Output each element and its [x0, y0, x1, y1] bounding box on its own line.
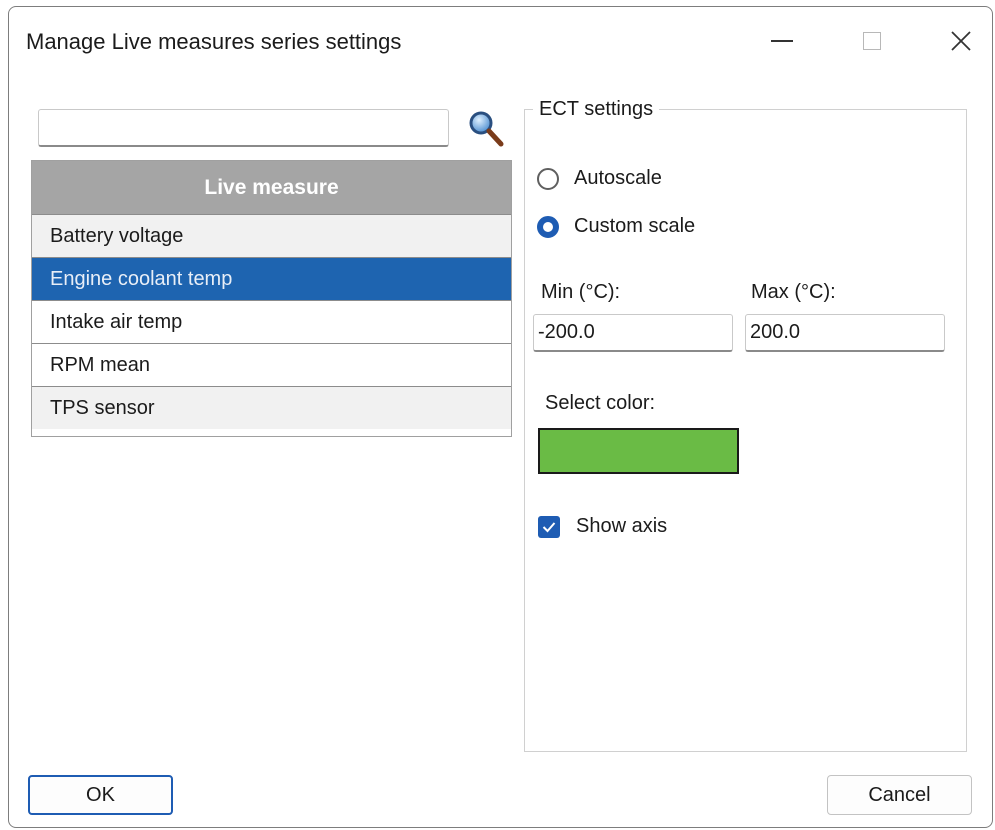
- group-title: ECT settings: [533, 98, 660, 121]
- max-label: Max (°C):: [751, 281, 836, 303]
- maximize-button[interactable]: [847, 21, 897, 61]
- list-header: Live measure: [32, 161, 511, 214]
- maximize-icon: [863, 32, 881, 50]
- show-axis-checkbox[interactable]: Show axis: [538, 515, 667, 538]
- minimize-icon: [771, 40, 793, 42]
- select-color-label: Select color:: [545, 392, 656, 414]
- list-item[interactable]: Intake air temp: [32, 300, 511, 343]
- live-measure-list: Live measure Battery voltage Engine cool…: [31, 160, 512, 437]
- close-button[interactable]: [936, 21, 986, 61]
- custom-scale-radio[interactable]: Custom scale: [537, 215, 695, 238]
- ok-button[interactable]: OK: [28, 775, 173, 815]
- list-item[interactable]: Battery voltage: [32, 214, 511, 257]
- max-field[interactable]: 200.0: [745, 314, 945, 352]
- search-button[interactable]: [466, 108, 506, 150]
- min-field[interactable]: -200.0: [533, 314, 733, 352]
- custom-scale-label: Custom scale: [574, 215, 696, 237]
- list-item-label: Engine coolant temp: [50, 267, 233, 290]
- min-value: -200.0: [538, 321, 595, 343]
- list-item-label: Battery voltage: [50, 224, 184, 247]
- ok-button-label: OK: [86, 783, 115, 806]
- list-item[interactable]: TPS sensor: [32, 386, 511, 429]
- search-input[interactable]: [38, 109, 449, 147]
- cancel-button-label: Cancel: [868, 783, 931, 806]
- close-icon: [951, 31, 971, 51]
- title-bar: Manage Live measures series settings: [9, 7, 992, 75]
- max-value: 200.0: [750, 321, 801, 343]
- min-label: Min (°C):: [541, 281, 621, 303]
- list-item-selected[interactable]: Engine coolant temp: [32, 257, 511, 300]
- list-item-label: TPS sensor: [50, 396, 155, 419]
- checkbox-checked: [538, 515, 560, 538]
- autoscale-radio[interactable]: Autoscale: [537, 167, 662, 190]
- radio-unchecked-icon: [537, 167, 559, 190]
- minimize-button[interactable]: [757, 21, 807, 61]
- show-axis-label: Show axis: [576, 515, 668, 537]
- cancel-button[interactable]: Cancel: [827, 775, 972, 815]
- autoscale-label: Autoscale: [574, 167, 662, 189]
- list-item-label: Intake air temp: [50, 310, 183, 333]
- window-title: Manage Live measures series settings: [26, 29, 402, 54]
- color-picker-swatch[interactable]: [538, 428, 739, 474]
- radio-checked-icon: [537, 215, 559, 238]
- search-icon: [469, 111, 504, 147]
- checkmark-icon: [542, 521, 556, 532]
- list-item[interactable]: RPM mean: [32, 343, 511, 386]
- list-item-label: RPM mean: [50, 353, 151, 376]
